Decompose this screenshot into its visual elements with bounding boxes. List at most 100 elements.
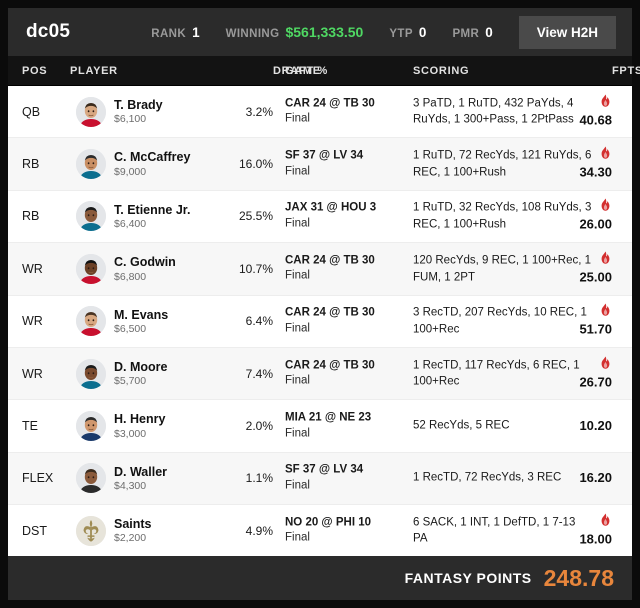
player-cell[interactable]: H. Henry $3,000 <box>76 411 166 442</box>
player-avatar-icon <box>76 253 106 284</box>
game-cell: JAX 31 @ HOU 3 Final <box>285 201 405 232</box>
position-label: DST <box>22 523 47 538</box>
player-salary: $2,200 <box>114 532 147 545</box>
fpts-cell: 34.30 <box>542 146 612 182</box>
flame-icon <box>601 146 610 159</box>
position-label: QB <box>22 104 41 119</box>
draft-percent: 16.0% <box>238 157 273 172</box>
column-header-player: PLAYER <box>70 64 118 77</box>
game-status: Final <box>285 112 310 125</box>
game-cell: CAR 24 @ TB 30 Final <box>285 96 405 127</box>
fpts-value: 26.00 <box>579 216 612 232</box>
fpts-cell: 26.70 <box>542 356 612 391</box>
fantasy-points-total: 248.78 <box>543 564 614 591</box>
player-cell[interactable]: T. Etienne Jr. $6,400 <box>76 201 190 232</box>
player-cell[interactable]: D. Moore $5,700 <box>76 358 167 389</box>
player-name: T. Brady <box>114 97 163 112</box>
flame-icon <box>601 251 610 264</box>
player-cell[interactable]: C. Godwin $6,800 <box>76 253 176 284</box>
flame-icon <box>601 356 610 369</box>
player-avatar-icon <box>76 411 106 442</box>
position-label: WR <box>22 314 43 329</box>
table-row[interactable]: QB T. Brady $6,100 3.2% CAR 24 @ TB 30 Final 3… <box>8 86 632 139</box>
player-avatar-icon <box>76 358 106 389</box>
game-matchup: JAX 31 @ HOU 3 <box>285 201 377 214</box>
game-status: Final <box>285 165 310 178</box>
game-status: Final <box>285 479 310 492</box>
player-cell[interactable]: T. Brady $6,100 <box>76 96 163 127</box>
flame-icon <box>601 513 610 526</box>
fpts-value: 25.00 <box>579 269 612 285</box>
metric-label: RANK <box>151 27 187 40</box>
player-avatar-icon <box>76 96 106 127</box>
game-status: Final <box>285 374 310 387</box>
team-name: dc05 <box>26 21 71 42</box>
header-metrics: RANK 1 WINNING $561,333.50 YTP 0 PMR 0 <box>151 24 518 40</box>
draft-percent: 4.9% <box>245 523 273 538</box>
game-status: Final <box>285 269 310 282</box>
game-matchup: CAR 24 @ TB 30 <box>285 359 375 372</box>
player-name-block: M. Evans $6,500 <box>114 308 168 335</box>
game-matchup: NO 20 @ PHI 10 <box>285 516 371 529</box>
position-label: RB <box>22 157 40 172</box>
lineup-widget: dc05 RANK 1 WINNING $561,333.50 YTP 0 PMR 0 Vie… <box>8 8 640 600</box>
table-row[interactable]: FLEX D. Waller $4,300 1.1% SF 37 @ LV 34 Fina… <box>8 452 632 506</box>
game-cell: CAR 24 @ TB 30 Final <box>285 358 405 389</box>
fpts-value: 18.00 <box>579 531 612 547</box>
metric-value: 0 <box>485 24 493 40</box>
game-matchup: CAR 24 @ TB 30 <box>285 306 375 319</box>
table-row[interactable]: WR D. Moore $5,700 7.4% CAR 24 @ TB 30 Final 1… <box>8 347 632 401</box>
flame-icon <box>601 94 610 107</box>
game-cell: CAR 24 @ TB 30 Final <box>285 306 405 337</box>
column-header-scoring: SCORING <box>413 64 470 77</box>
player-name-block: D. Moore $5,700 <box>114 360 167 387</box>
player-name-block: T. Etienne Jr. $6,400 <box>114 203 190 230</box>
table-row[interactable]: DST Saints $2,200 4.9% NO 20 @ PHI 10 Final 6 … <box>8 505 632 556</box>
fpts-value: 34.30 <box>579 164 612 180</box>
table-row[interactable]: RB T. Etienne Jr. $6,400 25.5% JAX 31 @ HOU … <box>8 190 632 244</box>
metric-winning: WINNING $561,333.50 <box>226 24 364 40</box>
table-row[interactable]: WR M. Evans $6,500 6.4% CAR 24 @ TB 30 Final 3… <box>8 295 632 348</box>
player-cell[interactable]: M. Evans $6,500 <box>76 306 168 337</box>
player-cell[interactable]: C. McCaffrey $9,000 <box>76 149 190 180</box>
metric-label: WINNING <box>225 28 280 40</box>
fpts-value: 16.20 <box>579 470 612 486</box>
table-row[interactable]: TE H. Henry $3,000 2.0% MIA 21 @ NE 23 Final 5… <box>8 400 632 453</box>
column-header-row: POS PLAYER DRAFT % GAME SCORING FPTS <box>8 56 640 86</box>
position-label: WR <box>22 261 43 276</box>
player-name: M. Evans <box>114 307 169 322</box>
metric-pmr: PMR 0 <box>452 25 492 40</box>
position-label: WR <box>22 366 43 381</box>
player-avatar-icon <box>76 149 106 180</box>
game-matchup: MIA 21 @ NE 23 <box>285 411 372 424</box>
table-row[interactable]: RB C. McCaffrey $9,000 16.0% SF 37 @ LV 34 Fi… <box>8 138 632 191</box>
player-salary: $6,800 <box>114 270 147 283</box>
draft-percent: 2.0% <box>245 419 273 434</box>
player-salary: $3,000 <box>114 427 147 440</box>
metric-label: YTP <box>389 27 413 40</box>
flame-icon <box>601 303 610 316</box>
draft-percent: 7.4% <box>245 366 273 381</box>
player-salary: $4,300 <box>114 480 147 493</box>
player-cell[interactable]: D. Waller $4,300 <box>76 463 167 494</box>
fpts-value: 40.68 <box>579 112 612 128</box>
game-cell: NO 20 @ PHI 10 Final <box>285 515 405 546</box>
position-label: TE <box>22 419 38 434</box>
fpts-value: 26.70 <box>579 374 612 390</box>
team-logo-icon <box>76 515 106 546</box>
game-matchup: CAR 24 @ TB 30 <box>285 97 375 110</box>
player-name: H. Henry <box>114 412 166 427</box>
fpts-cell: 16.20 <box>542 469 612 487</box>
player-avatar-icon <box>76 201 106 232</box>
fpts-value: 10.20 <box>579 418 612 434</box>
player-name-block: C. McCaffrey $9,000 <box>114 150 190 177</box>
draft-percent: 10.7% <box>238 261 273 276</box>
player-name: T. Etienne Jr. <box>114 202 191 217</box>
player-cell[interactable]: Saints $2,200 <box>76 515 152 546</box>
player-name-block: D. Waller $4,300 <box>114 465 167 492</box>
table-row[interactable]: WR C. Godwin $6,800 10.7% CAR 24 @ TB 30 Fina… <box>8 243 632 296</box>
view-h2h-button[interactable]: View H2H <box>518 15 616 49</box>
position-label: RB <box>22 209 40 224</box>
game-cell: CAR 24 @ TB 30 Final <box>285 253 405 284</box>
flame-icon <box>601 198 610 212</box>
